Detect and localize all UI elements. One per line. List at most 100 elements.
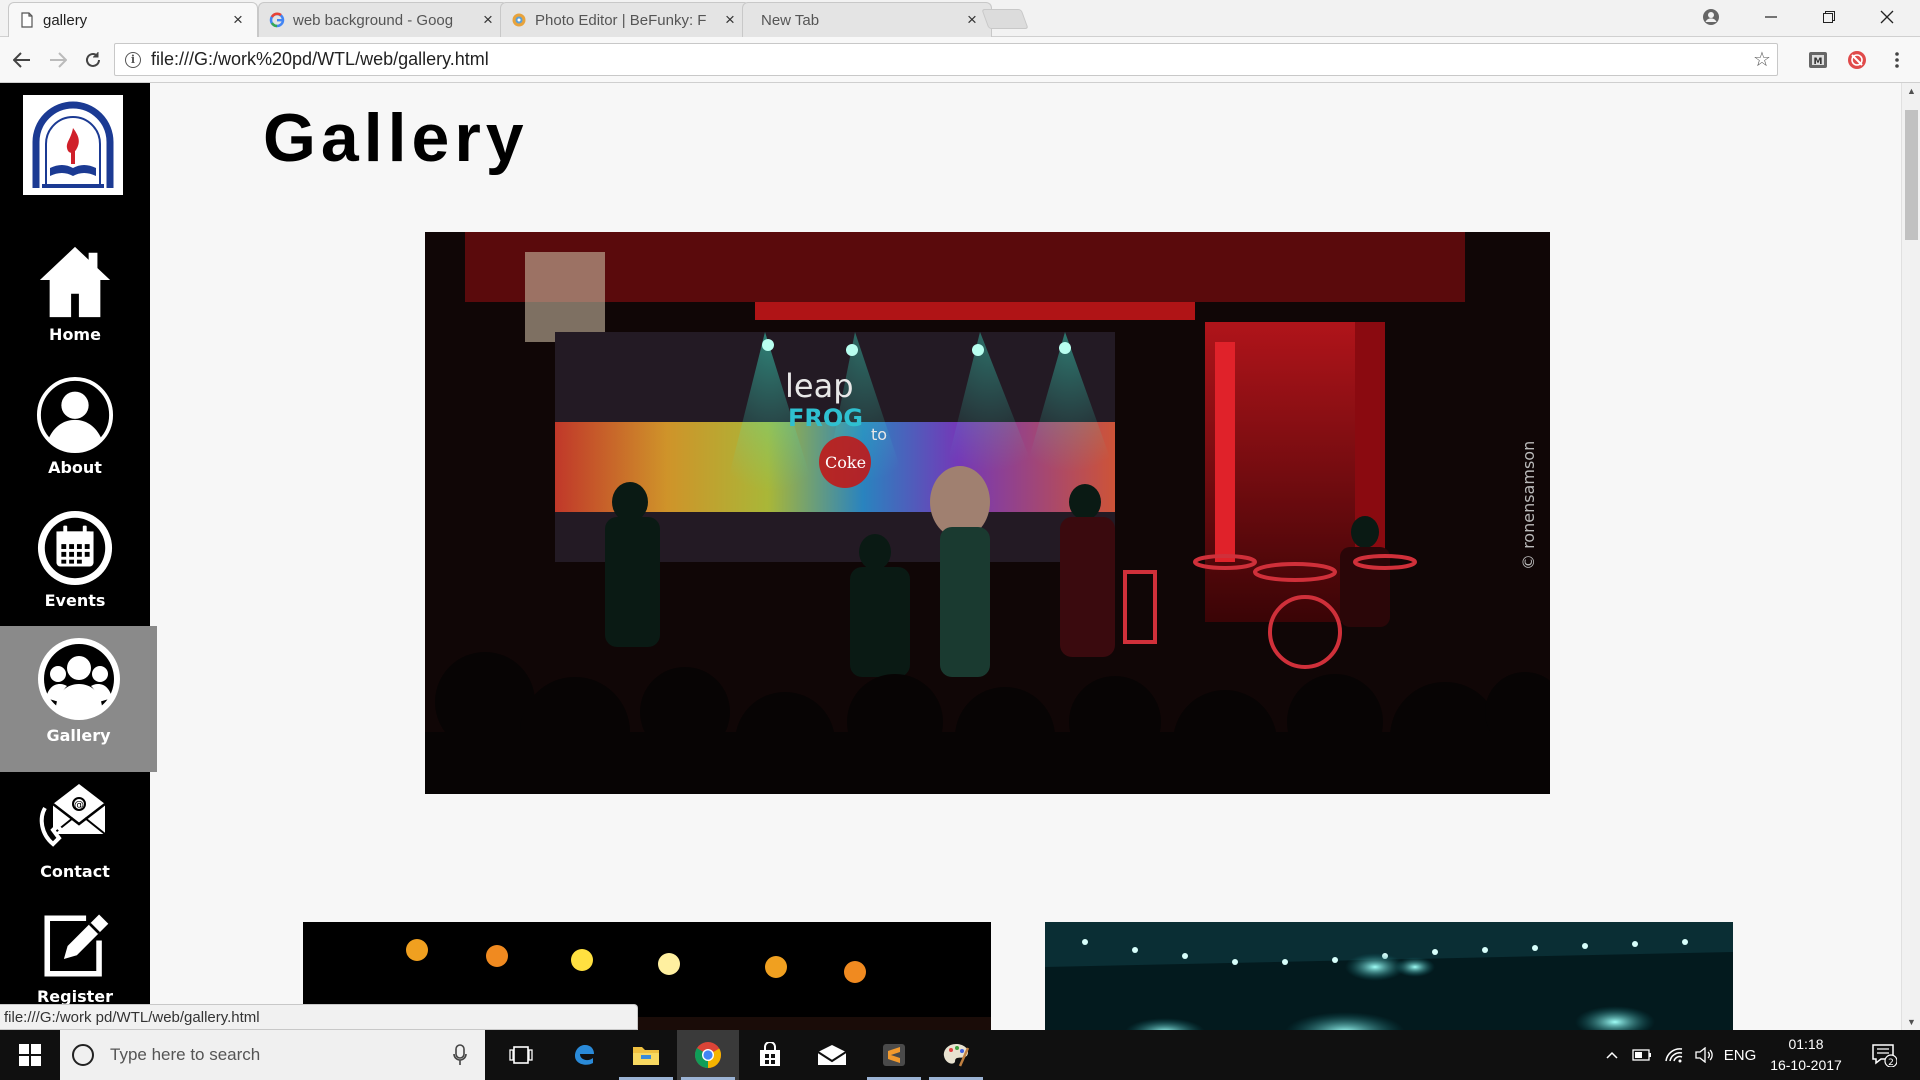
scroll-up-icon[interactable]: ▲: [1902, 83, 1920, 99]
sublime-text-icon: [883, 1044, 905, 1066]
sidebar-item-contact[interactable]: @ Contact: [0, 778, 150, 881]
search-placeholder[interactable]: Type here to search: [110, 1045, 453, 1065]
reload-button[interactable]: [79, 46, 107, 74]
sidebar-item-about[interactable]: About: [0, 376, 150, 477]
group-icon: [37, 638, 120, 720]
windows-logo-icon: [19, 1044, 41, 1066]
logo-emblem-icon: [32, 101, 114, 188]
banner-text-coke: Coke: [825, 453, 866, 472]
back-button[interactable]: [8, 46, 36, 74]
sidebar-item-home[interactable]: Home: [0, 243, 150, 344]
volume-icon[interactable]: [1690, 1030, 1718, 1080]
sidebar-nav: Home About Events Gallery @ Contact Regi…: [0, 83, 157, 1030]
tab-photo-editor[interactable]: Photo Editor | BeFunky: F ×: [500, 2, 750, 37]
task-view-icon: [509, 1046, 533, 1064]
start-button[interactable]: [0, 1030, 60, 1080]
taskbar-app-chrome[interactable]: [677, 1030, 739, 1080]
extension-icon[interactable]: M: [1807, 49, 1829, 71]
clock-time: 01:18: [1788, 1036, 1824, 1052]
close-icon[interactable]: ×: [479, 10, 497, 30]
scroll-thumb[interactable]: [1905, 110, 1918, 240]
bookmark-star-icon[interactable]: ☆: [1747, 47, 1777, 72]
address-bar[interactable]: i file:///G:/work%20pd/WTL/web/gallery.h…: [114, 43, 1778, 76]
tab-gallery[interactable]: gallery ×: [8, 2, 258, 37]
page-title: Gallery: [263, 100, 529, 176]
tab-title: New Tab: [761, 11, 820, 29]
sidebar-item-register[interactable]: Register: [0, 909, 150, 1006]
banner-text-leap: leap: [785, 367, 854, 405]
new-tab-button[interactable]: [981, 9, 1029, 29]
battery-icon[interactable]: [1628, 1030, 1656, 1080]
concert-photo-image: leap FROG to Coke © ronensamson: [425, 232, 1550, 794]
befunky-icon: [512, 13, 526, 27]
tab-title: web background - Goog: [293, 11, 454, 29]
taskbar-app-mail[interactable]: [801, 1030, 863, 1080]
tab-new-tab[interactable]: New Tab ×: [742, 2, 992, 37]
arrow-left-icon: [13, 52, 30, 68]
screen: gallery × web background - Goog × Photo …: [0, 0, 1920, 1080]
folder-icon: [633, 1047, 659, 1065]
sidebar-item-events[interactable]: Events: [0, 509, 150, 610]
banner-text-frog: FROG: [788, 404, 863, 432]
banner-text-to: to: [871, 425, 887, 444]
profile-icon[interactable]: [1682, 0, 1740, 34]
forward-button[interactable]: [44, 46, 72, 74]
user-icon: [36, 376, 114, 454]
taskbar-app-sublime[interactable]: [863, 1030, 925, 1080]
taskbar-app-store[interactable]: [739, 1030, 801, 1080]
close-icon[interactable]: ×: [721, 10, 739, 30]
cortana-icon: [72, 1044, 94, 1066]
close-icon[interactable]: ×: [963, 10, 981, 30]
close-window-button[interactable]: [1858, 0, 1916, 34]
edit-icon: [44, 914, 109, 977]
microphone-icon[interactable]: [453, 1044, 467, 1066]
reload-icon: [86, 52, 100, 67]
task-view-button[interactable]: [490, 1030, 552, 1080]
page-icon: [21, 12, 33, 28]
hero-concert-photo[interactable]: leap FROG to Coke © ronensamson: [425, 232, 1550, 794]
scroll-down-icon[interactable]: ▼: [1902, 1014, 1920, 1030]
page-scrollbar[interactable]: ▲ ▼: [1901, 83, 1920, 1030]
svg-text:M: M: [1814, 57, 1823, 67]
svg-text:@: @: [74, 800, 84, 811]
tab-title: Photo Editor | BeFunky: F: [535, 11, 707, 29]
page-viewport: Home About Events Gallery @ Contact Regi…: [0, 83, 1901, 1030]
taskbar-app-paint[interactable]: [925, 1030, 987, 1080]
sidebar-item-label: Contact: [40, 862, 110, 881]
info-icon[interactable]: i: [125, 51, 141, 68]
clock-date: 16-10-2017: [1770, 1057, 1842, 1073]
photo-watermark: © ronensamson: [1519, 441, 1538, 570]
browser-toolbar: i file:///G:/work%20pd/WTL/web/gallery.h…: [0, 37, 1920, 83]
status-bubble: file:///G:/work pd/WTL/web/gallery.html: [0, 1004, 638, 1030]
action-center-button[interactable]: 2: [1860, 1030, 1908, 1080]
mail-phone-icon: @: [39, 784, 106, 847]
store-icon: [760, 1042, 780, 1066]
menu-kebab-icon[interactable]: [1886, 49, 1908, 71]
edge-icon: [575, 1045, 594, 1065]
tab-title: gallery: [43, 11, 88, 29]
chevron-up-icon: [1606, 1051, 1618, 1059]
taskbar-search[interactable]: Type here to search: [60, 1030, 485, 1080]
taskbar-app-file-explorer[interactable]: [615, 1030, 677, 1080]
adblock-icon[interactable]: [1846, 49, 1868, 71]
restore-button[interactable]: [1800, 0, 1858, 34]
college-logo[interactable]: [23, 95, 123, 195]
tab-web-background[interactable]: web background - Goog ×: [258, 2, 508, 37]
stage-cyan-lights-photo: [1045, 922, 1733, 1030]
taskbar-clock[interactable]: 01:18 16-10-2017: [1763, 1034, 1849, 1076]
minimize-button[interactable]: [1742, 0, 1800, 34]
gallery-thumbnail[interactable]: [1045, 922, 1733, 1030]
language-indicator[interactable]: ENG: [1720, 1030, 1760, 1080]
notification-count: 2: [1888, 1058, 1894, 1067]
wifi-icon[interactable]: [1660, 1030, 1688, 1080]
notification-icon: 2: [1872, 1044, 1897, 1067]
show-hidden-icons-button[interactable]: [1600, 1030, 1624, 1080]
taskbar-app-edge[interactable]: [553, 1030, 615, 1080]
url-text[interactable]: file:///G:/work%20pd/WTL/web/gallery.htm…: [151, 49, 1747, 70]
close-icon[interactable]: ×: [229, 10, 247, 30]
sidebar-item-label: Home: [49, 325, 101, 344]
sidebar-item-gallery[interactable]: Gallery: [0, 626, 157, 772]
windows-taskbar: Type here to search ENG 01:18 16-10-2017…: [0, 1030, 1920, 1080]
arrow-right-icon: [50, 52, 67, 68]
home-icon: [39, 246, 111, 318]
